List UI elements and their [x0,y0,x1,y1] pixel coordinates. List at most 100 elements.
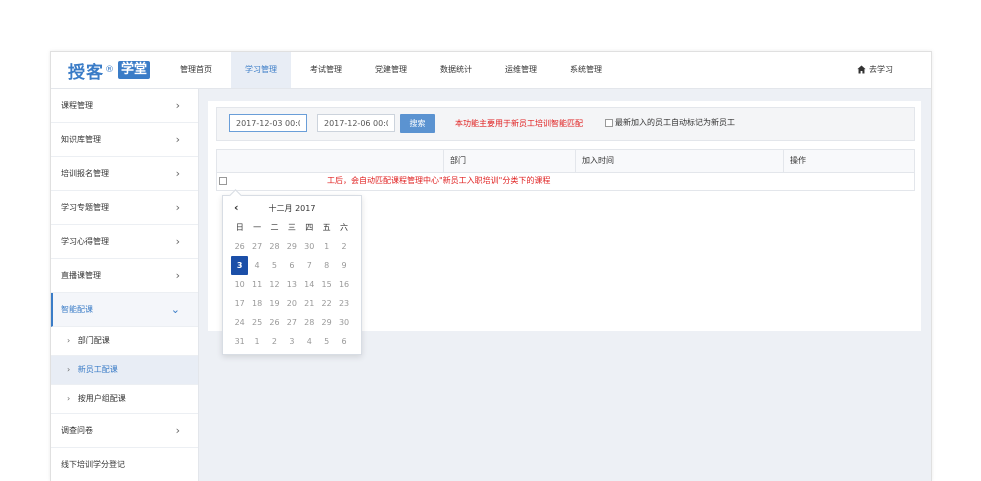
nav-system[interactable]: 系统管理 [556,52,616,88]
chevron-right-icon: › [67,365,71,374]
calendar-day[interactable]: 9 [335,256,352,275]
nav-study-management[interactable]: 学习管理 [231,52,291,88]
calendar-day[interactable]: 14 [301,275,318,294]
calendar-day[interactable]: 4 [248,256,265,275]
calendar-day[interactable]: 23 [335,294,352,313]
calendar-day[interactable]: 2 [335,237,352,256]
calendar-day[interactable]: 27 [283,313,300,332]
chevron-right-icon: › [175,235,180,248]
sidebar-item-label: 知识库管理 [61,135,101,144]
calendar-day[interactable]: 10 [231,275,248,294]
calendar-day[interactable]: 19 [266,294,283,313]
sidebar-item-label: 调查问卷 [61,426,93,435]
sidebar-item-live-courses[interactable]: 直播课管理 › [51,259,198,293]
employee-table: 部门 加入时间 操作 工后，会自动匹配课程管理中心"新员工入职培训"分类下的课程 [216,149,915,191]
calendar-day[interactable]: 28 [266,237,283,256]
calendar-day[interactable]: 21 [301,294,318,313]
chevron-right-icon: › [175,99,180,112]
chevron-right-icon: › [175,424,180,437]
calendar-week-row: 31 1 2 3 4 5 6 [231,332,353,351]
app-window: 授客 ® 学堂 管理首页 学习管理 考试管理 党建管理 数据统计 运维管理 系统… [50,51,932,481]
calendar-day[interactable]: 29 [318,313,335,332]
sidebar-item-label: 直播课管理 [61,271,101,280]
sidebar-subitem-department-assign[interactable]: › 部门配课 [51,327,198,356]
column-header-join-time: 加入时间 [575,150,783,172]
sidebar-item-training-signup[interactable]: 培训报名管理 › [51,157,198,191]
calendar-day[interactable]: 20 [283,294,300,313]
calendar-day[interactable]: 24 [231,313,248,332]
sidebar-subitem-new-employee-assign[interactable]: › 新员工配课 [51,356,198,385]
calendar-week-row: 10 11 12 13 14 15 16 [231,275,353,294]
logo-badge: 学堂 [118,61,151,79]
sidebar-item-survey[interactable]: 调查问卷 › [51,414,198,448]
calendar-day[interactable]: 5 [266,256,283,275]
calendar-day[interactable]: 6 [283,256,300,275]
calendar-weekday-row: 日 一 二 三 四 五 六 [231,218,353,237]
feature-notice: 本功能主要用于新员工培训智能匹配 [455,119,583,128]
chevron-right-icon: › [175,269,180,282]
calendar-day[interactable]: 22 [318,294,335,313]
sidebar-item-study-notes[interactable]: 学习心得管理 › [51,225,198,259]
search-button[interactable]: 搜索 [400,114,435,133]
calendar-day[interactable]: 4 [301,332,318,351]
calendar-day[interactable]: 26 [231,237,248,256]
calendar-day[interactable]: 29 [283,237,300,256]
calendar-day[interactable]: 25 [248,313,265,332]
logo-registered-mark: ® [105,65,114,75]
calendar-day[interactable]: 7 [301,256,318,275]
go-study-link[interactable]: 去学习 [857,64,893,75]
calendar-day[interactable]: 30 [301,237,318,256]
calendar-day[interactable]: 6 [335,332,352,351]
sidebar-item-study-topics[interactable]: 学习专题管理 › [51,191,198,225]
calendar-day[interactable]: 8 [318,256,335,275]
calendar-day[interactable]: 30 [335,313,352,332]
calendar-day[interactable]: 12 [266,275,283,294]
calendar-day[interactable]: 15 [318,275,335,294]
table-empty-message: 工后，会自动匹配课程管理中心"新员工入职培训"分类下的课程 [327,176,551,185]
sidebar-item-label: 课程管理 [61,101,93,110]
calendar-day[interactable]: 27 [248,237,265,256]
calendar-day[interactable]: 26 [266,313,283,332]
calendar-day[interactable]: 5 [318,332,335,351]
calendar-day[interactable]: 17 [231,294,248,313]
sidebar-item-course-management[interactable]: 课程管理 › [51,89,198,123]
calendar-day-selected[interactable]: 3 [231,256,249,275]
start-date-input[interactable] [229,114,307,132]
calendar-day[interactable]: 1 [248,332,265,351]
nav-exam-management[interactable]: 考试管理 [296,52,356,88]
calendar-day[interactable]: 16 [335,275,352,294]
table-header: 部门 加入时间 操作 [217,150,914,173]
end-date-input[interactable] [317,114,395,132]
sidebar-item-knowledge-base[interactable]: 知识库管理 › [51,123,198,157]
nav-party-management[interactable]: 党建管理 [361,52,421,88]
auto-mark-checkbox[interactable] [605,118,613,127]
calendar-day[interactable]: 2 [266,332,283,351]
sidebar-item-offline-credit[interactable]: 线下培训学分登记 [51,448,198,481]
auto-mark-option[interactable]: 最新加入的员工自动标记为新员工 [605,117,735,128]
calendar-day[interactable]: 13 [283,275,300,294]
logo-text: 授客 [68,62,104,83]
calendar-day[interactable]: 31 [231,332,248,351]
nav-operations[interactable]: 运维管理 [491,52,551,88]
calendar-day[interactable]: 3 [283,332,300,351]
chevron-right-icon: › [67,336,71,345]
sidebar-subitem-usergroup-assign[interactable]: › 按用户组配课 [51,385,198,414]
column-header-department: 部门 [443,150,575,172]
calendar-week-row: 17 18 19 20 21 22 23 [231,294,353,313]
auto-mark-label: 最新加入的员工自动标记为新员工 [615,118,735,127]
calendar-week-row: 26 27 28 29 30 1 2 [231,237,353,256]
nav-statistics[interactable]: 数据统计 [426,52,486,88]
calendar-day[interactable]: 1 [318,237,335,256]
chevron-right-icon: › [67,394,71,403]
nav-home[interactable]: 管理首页 [166,52,226,88]
logo: 授客 ® 学堂 [68,59,151,83]
row-checkbox[interactable] [219,177,227,185]
sidebar-item-smart-course-assign[interactable]: 智能配课 ⌄ [51,293,198,327]
sidebar-item-label: 学习心得管理 [61,237,109,246]
calendar-day[interactable]: 11 [248,275,265,294]
chevron-right-icon: › [175,167,180,180]
weekday-label: 二 [270,223,279,232]
calendar-day[interactable]: 28 [301,313,318,332]
calendar-grid: 日 一 二 三 四 五 六 26 27 28 29 30 1 2 3 4 5 6… [231,218,353,351]
calendar-day[interactable]: 18 [248,294,265,313]
